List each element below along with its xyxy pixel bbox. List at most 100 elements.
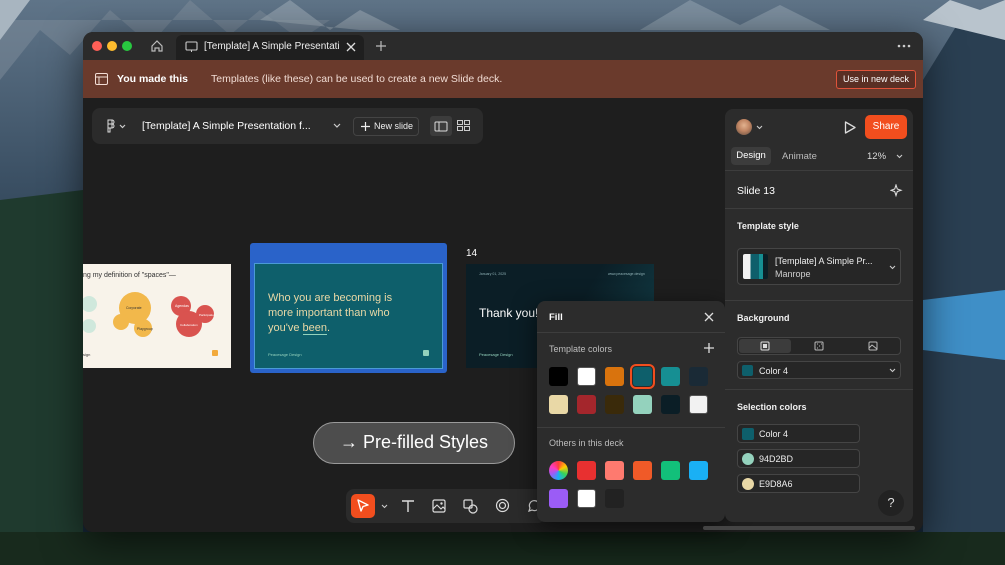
zoom-level[interactable]: 12% — [867, 151, 886, 162]
grid-view-icon[interactable] — [457, 120, 470, 131]
top-toolbar: [Template] A Simple Presentation f... Ne… — [92, 108, 483, 144]
color-swatch[interactable] — [549, 395, 568, 414]
slides-icon — [185, 41, 198, 52]
selection-color-label: E9D8A6 — [759, 479, 793, 489]
color-swatch[interactable] — [577, 461, 596, 480]
close-tab-icon[interactable] — [346, 42, 356, 52]
bubble-label: Participation — [199, 313, 216, 317]
chevron-down-icon — [889, 368, 896, 373]
template-banner: You made this Templates (like these) can… — [83, 60, 923, 98]
color-swatch[interactable] — [605, 395, 624, 414]
color-swatch[interactable] — [661, 395, 680, 414]
color-swatch[interactable] — [661, 367, 680, 386]
color-swatch[interactable] — [605, 461, 624, 480]
slide-14-text: Thank you! — [479, 306, 539, 320]
image-tool-icon[interactable] — [432, 499, 446, 513]
scrollbar[interactable] — [703, 526, 915, 530]
chevron-down-icon[interactable] — [896, 154, 903, 159]
slide-14-date: January 01, 2025 — [479, 272, 507, 276]
fill-panel: Fill Template colors Others in this deck — [537, 301, 725, 522]
slide-12-badge — [212, 350, 218, 356]
selection-color-item[interactable]: E9D8A6 — [737, 474, 860, 493]
color-swatch[interactable] — [549, 367, 568, 386]
banner-title: You made this — [117, 73, 188, 85]
color-swatch[interactable] — [605, 489, 624, 508]
bubble-label: Agendas — [175, 304, 189, 308]
sparkle-icon[interactable] — [890, 184, 904, 198]
color-swatch[interactable] — [577, 395, 596, 414]
share-button[interactable]: Share — [865, 115, 907, 139]
slide-thumbnail-13[interactable]: Who you are becoming is more important t… — [250, 243, 447, 373]
color-swatch[interactable] — [577, 489, 596, 508]
slide-13-content: Who you are becoming is more important t… — [254, 263, 443, 369]
home-icon[interactable] — [149, 38, 165, 54]
app-menu-icon[interactable] — [105, 119, 127, 133]
selection-color-item[interactable]: 94D2BD — [737, 449, 860, 468]
color-swatch[interactable] — [633, 461, 652, 480]
color-swatch[interactable] — [689, 461, 708, 480]
prefilled-styles-callout: → Pre-filled Styles — [313, 422, 515, 464]
color-swatch[interactable] — [689, 395, 708, 414]
tab-animate[interactable]: Animate — [782, 151, 817, 162]
text-tool-icon[interactable] — [401, 499, 415, 513]
banner-text: Templates (like these) can be used to cr… — [211, 73, 503, 85]
color-swatch[interactable] — [630, 364, 655, 389]
tab-document[interactable]: [Template] A Simple Presentation — [176, 35, 364, 60]
background-color-select[interactable]: Color 4 — [737, 361, 901, 379]
bottom-toolbar — [346, 489, 546, 523]
template-preview — [743, 254, 768, 279]
template-style-select[interactable]: [Template] A Simple Pr... Manrope — [737, 248, 901, 285]
divider — [725, 208, 913, 209]
template-font: Manrope — [775, 269, 811, 279]
image-fill-icon[interactable] — [868, 341, 878, 351]
color-picker-icon[interactable] — [549, 461, 568, 480]
gradient-fill-icon[interactable] — [814, 341, 824, 351]
others-label: Others in this deck — [549, 438, 624, 448]
selection-color-label: 94D2BD — [759, 454, 794, 464]
solid-fill-option[interactable] — [739, 339, 791, 353]
select-tool-button[interactable] — [351, 494, 375, 518]
tab-design[interactable]: Design — [731, 147, 771, 165]
plugin-tool-icon[interactable] — [495, 498, 510, 513]
color-swatch[interactable] — [605, 367, 624, 386]
color-swatch[interactable] — [577, 367, 596, 386]
color-swatch[interactable] — [549, 489, 568, 508]
new-tab-icon[interactable] — [376, 41, 386, 51]
close-window-button[interactable] — [92, 41, 102, 51]
color-swatch[interactable] — [633, 395, 652, 414]
template-icon — [95, 73, 108, 85]
chevron-down-icon[interactable] — [333, 123, 341, 129]
avatar[interactable] — [736, 119, 752, 135]
maximize-window-button[interactable] — [122, 41, 132, 51]
use-in-new-deck-button[interactable]: Use in new deck — [836, 70, 916, 89]
chevron-down-icon[interactable] — [381, 504, 388, 509]
new-slide-button[interactable]: New slide — [353, 117, 419, 136]
slide-thumbnail-12[interactable]: ng my definition of "spaces"— Corporate … — [83, 264, 231, 368]
play-icon[interactable] — [844, 121, 856, 134]
shape-tool-icon[interactable] — [463, 499, 478, 514]
close-icon[interactable] — [704, 312, 714, 322]
more-options-icon[interactable] — [897, 44, 911, 48]
slide-12-title: ng my definition of "spaces"— — [83, 272, 176, 279]
chevron-down-icon[interactable] — [756, 125, 763, 130]
color-swatch[interactable] — [661, 461, 680, 480]
document-title[interactable]: [Template] A Simple Presentation f... — [142, 120, 311, 132]
single-view-icon[interactable] — [430, 116, 452, 136]
add-color-icon[interactable] — [704, 343, 714, 353]
title-bar: [Template] A Simple Presentation — [83, 32, 923, 60]
slide-13-line-3: you've been. — [268, 322, 331, 335]
minimize-window-button[interactable] — [107, 41, 117, 51]
help-button[interactable]: ? — [878, 490, 904, 516]
fill-panel-title: Fill — [549, 312, 563, 323]
color-swatch[interactable] — [689, 367, 708, 386]
bubble-label: Collaboration — [180, 323, 198, 327]
color-swatch — [742, 453, 754, 465]
slide-13-line-2: more important than who — [268, 307, 390, 319]
chevron-down-icon — [889, 265, 896, 270]
bubble-label: Playgroup — [137, 327, 153, 331]
template-colors-label: Template colors — [549, 344, 613, 354]
selection-color-item[interactable]: Color 4 — [737, 424, 860, 443]
selection-colors-label: Selection colors — [737, 402, 807, 412]
divider — [725, 389, 913, 390]
divider — [725, 300, 913, 301]
